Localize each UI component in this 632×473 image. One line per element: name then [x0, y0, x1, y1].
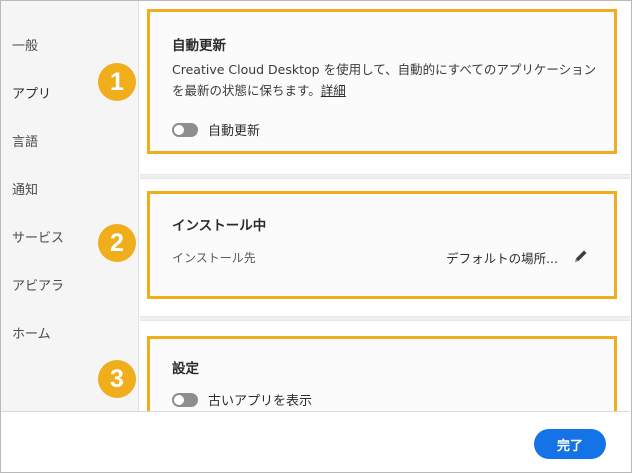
callout-badge-2: 2 — [98, 224, 136, 262]
done-button[interactable]: 完了 — [534, 429, 606, 459]
settings-title: 設定 — [172, 361, 199, 377]
callout-badge-1: 1 — [98, 63, 136, 101]
old-apps-toggle-row: 古いアプリを表示 — [172, 390, 312, 409]
install-location-label: インストール先 — [172, 251, 256, 265]
sidebar-item-language[interactable]: 言語 — [12, 131, 38, 150]
auto-update-title: 自動更新 — [172, 38, 226, 54]
section-divider — [140, 316, 630, 321]
show-old-apps-label: 古いアプリを表示 — [208, 394, 313, 409]
install-location-value: デフォルトの場所... — [446, 251, 558, 266]
sidebar-item-general[interactable]: 一般 — [12, 35, 38, 54]
edit-location-button[interactable] — [570, 245, 592, 267]
sidebar-item-notifications[interactable]: 通知 — [12, 179, 38, 198]
pencil-icon — [575, 250, 587, 262]
section-divider — [140, 174, 630, 179]
auto-update-toggle-label: 自動更新 — [208, 124, 261, 139]
auto-update-toggle-row: 自動更新 — [172, 120, 260, 139]
show-old-apps-toggle[interactable] — [172, 392, 198, 407]
learn-more-link[interactable]: 詳細 — [321, 83, 346, 98]
sidebar-item-account[interactable]: アビアラ — [12, 275, 64, 294]
toggle-knob — [174, 124, 184, 135]
settings-section: 設定 古いアプリを表示 — [147, 336, 617, 420]
auto-update-description-text: Creative Cloud Desktop を使用して、自動的にすべてのアプリ… — [172, 62, 597, 98]
callout-badge-3: 3 — [98, 360, 136, 398]
sidebar-item-apps[interactable]: アプリ — [12, 83, 51, 102]
install-section: インストール中 インストール先 デフォルトの場所... — [147, 191, 617, 299]
auto-update-section: 自動更新 Creative Cloud Desktop を使用して、自動的にすべ… — [147, 9, 617, 154]
sidebar-item-home[interactable]: ホーム — [12, 323, 51, 342]
auto-update-toggle[interactable] — [172, 122, 198, 137]
auto-update-description: Creative Cloud Desktop を使用して、自動的にすべてのアプリ… — [172, 59, 604, 101]
toggle-knob — [174, 394, 184, 405]
sidebar-item-services[interactable]: サービス — [12, 227, 64, 246]
install-title: インストール中 — [172, 218, 267, 234]
